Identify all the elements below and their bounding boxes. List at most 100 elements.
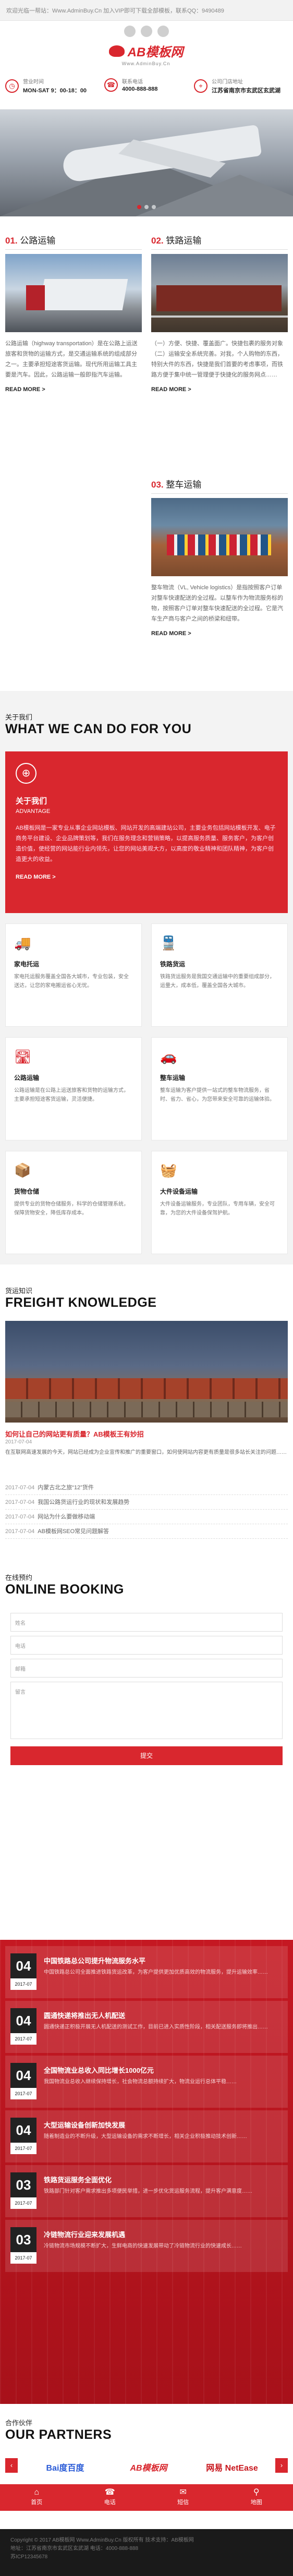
service-title: 01. 公路运输 (5, 233, 142, 250)
banner-mountain (136, 175, 293, 216)
freight-knowledge-section: 货运知识 FREIGHT KNOWLEDGE 如何让自己的网站更有质量？AB模板… (0, 1265, 293, 1557)
truck-icon: 🚚 (14, 934, 35, 951)
qq-icon[interactable] (157, 26, 169, 37)
wechat-icon[interactable] (124, 26, 136, 37)
map-pin-icon: ⚲ (220, 2487, 293, 2498)
featured-article-date: 2017-07-04 (5, 1439, 32, 1445)
phone-field[interactable]: 电话 (10, 1636, 283, 1655)
chevron-right-icon[interactable]: › (275, 2458, 288, 2473)
list-item[interactable]: 2017-07-04内蒙古北之旅“12”货件 (5, 1480, 288, 1495)
banner-pager (0, 205, 293, 209)
nav-sms[interactable]: ✉短信 (146, 2484, 220, 2511)
truck-photo[interactable] (5, 254, 142, 332)
site-logo[interactable]: AB模板网 Www.AdminBuy.Cn (94, 42, 198, 69)
weibo-icon[interactable] (141, 26, 152, 37)
news-date-badge: 032017-07 (10, 2172, 36, 2209)
section-heading: 关于我们 WHAT WE CAN DO FOR YOU (5, 712, 191, 737)
banner-dot[interactable] (144, 205, 149, 209)
news-item[interactable]: 042017-07 全国物流业总收入同比增长1000亿元 我国物流业总收入继续保… (5, 2056, 288, 2108)
site-header: AB模板网 Www.AdminBuy.Cn ◷ 营业时间MON-SAT 9：00… (0, 42, 293, 110)
service-feature-card[interactable]: 🚚 家电托运 家电托运服务覆盖全国各大城市，专业包装，安全送达，让您的家电搬运省… (5, 924, 142, 1027)
location-icon: ⌖ (194, 79, 207, 93)
news-item[interactable]: 032017-07 铁路货运服务全面优化 铁路部门针对客户需求推出多项便民举措，… (5, 2165, 288, 2217)
box-icon: 📦 (14, 1162, 35, 1178)
service-desc: 整车物流（VL, Vehicle logistics）是指按照客户订单对整车快速… (151, 582, 288, 624)
advantage-panel: ⊕ 关于我们 ADVANTAGE AB模板网是一家专业从事企业网站模板、网站开发… (5, 751, 288, 913)
list-item[interactable]: 2017-07-04网站为什么要做移动端 (5, 1510, 288, 1524)
service-feature-card[interactable]: 🛣 公路运输 公路运输是在公路上运送旅客和货物的运输方式，主要承担短途客货运输，… (5, 1037, 142, 1140)
news-item[interactable]: 042017-07 中国铁路总公司提升物流服务水平 中国铁路总公司全面推进铁路货… (5, 1946, 288, 1998)
name-field[interactable]: 姓名 (10, 1613, 283, 1632)
service-title: 03. 整车运输 (151, 477, 288, 494)
article-list: 2017-07-04内蒙古北之旅“12”货件 2017-07-04我国公路货运行… (5, 1480, 288, 1539)
service-card: 02. 铁路运输 （一）方便、快捷、覆盖面广。快捷包裹的服务对象（二）运输安全系… (151, 233, 288, 393)
footer-address: 地址：江苏省南京市玄武区玄武湖 电话：4000-888-888 (10, 2545, 283, 2553)
top-bar-text: 欢迎光临一帮站：Www.AdminBuy.Cn 加入VIP即可下载全部模板，联系… (6, 8, 224, 14)
news-item[interactable]: 042017-07 圆通快递将推出无人机配送 圆通快递正积极开展无人机配送的测试… (5, 2001, 288, 2053)
hero-banner[interactable] (0, 110, 293, 216)
washer-icon: 🧺 (160, 1162, 181, 1178)
list-item[interactable]: 2017-07-04AB模板网SEO常见问题解答 (5, 1524, 288, 1539)
service-feature-card[interactable]: 🧺 大件设备运输 大件设备运输服务，专业团队，专用车辆，安全可靠，为您的大件设备… (151, 1151, 288, 1254)
service-desc: 公路运输（highway transportation）是在公路上运送旅客和货物… (5, 338, 142, 380)
email-field[interactable]: 邮箱 (10, 1659, 283, 1678)
vehicle-photo[interactable] (151, 498, 288, 576)
nav-home[interactable]: ⌂首页 (0, 2484, 74, 2511)
news-overlay: 042017-07 中国铁路总公司提升物流服务水平 中国铁路总公司全面推进铁路货… (0, 1945, 293, 2274)
news-date-badge: 042017-07 (10, 2118, 36, 2154)
social-links (0, 21, 293, 42)
about-section: 关于我们 WHAT WE CAN DO FOR YOU ⊕ 关于我们 ADVAN… (0, 691, 293, 1265)
service-desc: （一）方便、快捷、覆盖面广。快捷包裹的服务对象（二）运输安全系统完善。对我，个人… (151, 338, 288, 380)
featured-article-title[interactable]: 如何让自己的网站更有质量？AB模板王有妙招 (5, 1429, 144, 1439)
partner-logo-netease[interactable]: 网易 NetEase (198, 2454, 266, 2480)
news-item[interactable]: 032017-07 冷链物流行业迎来发展机遇 冷链物流市场规模不断扩大，生鲜电商… (5, 2220, 288, 2272)
news-item[interactable]: 042017-07 大型运输设备创新加快发展 随着制造业的不断升级，大型运输设备… (5, 2110, 288, 2162)
message-icon: ✉ (146, 2487, 220, 2498)
banner-dot[interactable] (137, 205, 141, 209)
address-info: ⌖ 公司门店地址江苏省南京市玄武区玄武湖 (194, 77, 280, 94)
message-field[interactable]: 留言 (10, 1682, 283, 1739)
phone-icon: ☎ (104, 78, 118, 92)
service-feature-card[interactable]: 📦 货物仓储 提供专业的货物仓储服务，科学的仓储管理系统，保障货物安全，降低库存… (5, 1151, 142, 1254)
featured-article-desc: 在互联网高速发展的今天，网站已经成为企业宣传和推广的重要窗口，如何使网站内容更有… (5, 1448, 287, 1457)
list-item[interactable]: 2017-07-04我国公路货运行业的现状和发展趋势 (5, 1495, 288, 1510)
car-icon: 🚗 (160, 1048, 181, 1065)
top-bar: 欢迎光临一帮站：Www.AdminBuy.Cn 加入VIP即可下载全部模板，联系… (0, 0, 293, 21)
section-heading: 合作伙伴 OUR PARTNERS (5, 2417, 112, 2443)
nav-map[interactable]: ⚲地图 (220, 2484, 293, 2511)
service-card: 03. 整车运输 整车物流（VL, Vehicle logistics）是指按照… (151, 477, 288, 637)
services-section: 01. 公路运输 公路运输（highway transportation）是在公… (0, 216, 293, 691)
chevron-left-icon[interactable]: ‹ (5, 2458, 18, 2473)
service-feature-card[interactable]: 🚆 铁路货运 铁路货运服务是我国交通运输中的重要组成部分，运量大，成本低，覆盖全… (151, 924, 288, 1027)
freight-rail-photo[interactable] (5, 1321, 288, 1423)
train-icon: 🚆 (160, 934, 181, 951)
service-card: 01. 公路运输 公路运输（highway transportation）是在公… (5, 233, 142, 393)
section-heading: 货运知识 FREIGHT KNOWLEDGE (5, 1285, 156, 1310)
partner-logo-baidu[interactable]: Bai度百度 (31, 2454, 99, 2480)
booking-section: 在线预约 ONLINE BOOKING 姓名 电话 邮箱 留言 提交 (0, 1557, 293, 1940)
read-more-link[interactable]: READ MORE > (151, 630, 288, 637)
read-more-link[interactable]: READ MORE > (16, 874, 277, 880)
home-icon: ⌂ (0, 2487, 74, 2498)
logo-mark-icon (109, 45, 125, 57)
phone-info: ☎ 联系电话4000-888-888 (104, 77, 158, 92)
banner-dot[interactable] (152, 205, 156, 209)
read-more-link[interactable]: READ MORE > (151, 386, 288, 393)
service-feature-card[interactable]: 🚗 整车运输 整车运输为客户提供一站式的整车物流服务，省时、省力、省心，为您带来… (151, 1037, 288, 1140)
phone-icon: ☎ (74, 2487, 147, 2498)
service-title: 02. 铁路运输 (151, 233, 288, 250)
submit-button[interactable]: 提交 (10, 1746, 283, 1765)
train-photo[interactable] (151, 254, 288, 332)
globe-icon: ⊕ (16, 763, 36, 784)
read-more-link[interactable]: READ MORE > (5, 386, 142, 393)
partner-logo-abmb[interactable]: AB模板网 (109, 2454, 188, 2480)
road-icon: 🛣 (14, 1048, 35, 1065)
icp-number[interactable]: 苏ICP12345678 (10, 2553, 283, 2561)
nav-phone[interactable]: ☎电话 (74, 2484, 147, 2511)
news-heading-overlay: 新闻资讯 THE LATEST NEWS (5, 1903, 127, 1928)
news-date-badge: 042017-07 (10, 1953, 36, 1990)
site-footer: Copyright © 2017 AB模板网 Www.AdminBuy.Cn 版… (0, 2529, 293, 2576)
section-heading: 在线预约 ONLINE BOOKING (5, 1572, 124, 1597)
hours-info: ◷ 营业时间MON-SAT 9：00-18：00 (5, 77, 87, 94)
news-date-badge: 032017-07 (10, 2227, 36, 2264)
